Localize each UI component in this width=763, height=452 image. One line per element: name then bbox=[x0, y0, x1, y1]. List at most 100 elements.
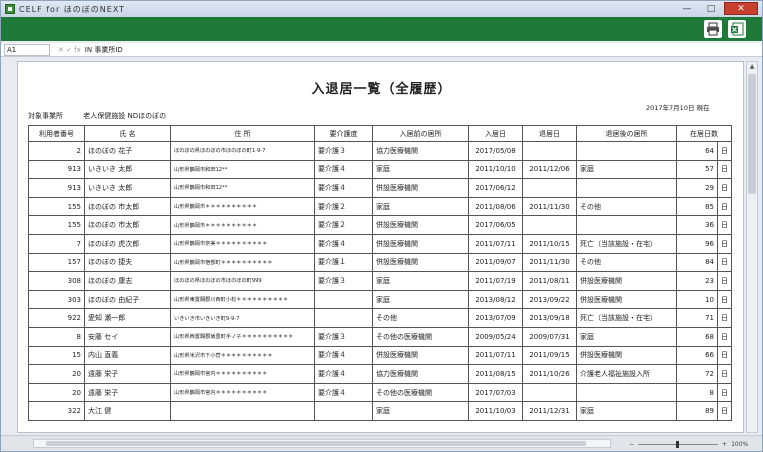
cell-id[interactable]: 913 bbox=[28, 178, 85, 198]
cell-in[interactable]: 2011/07/11 bbox=[468, 233, 523, 254]
cell-address[interactable]: 山形県鶴岡市＊＊＊＊＊＊＊＊＊＊ bbox=[170, 196, 315, 217]
cell-care[interactable] bbox=[314, 308, 373, 328]
cell-address[interactable]: 山形県鶴岡市宮内＊＊＊＊＊＊＊＊＊＊ bbox=[170, 382, 315, 403]
cell-care[interactable]: 要介護４ bbox=[314, 382, 373, 403]
cell-in[interactable]: 2009/05/24 bbox=[468, 326, 523, 347]
cell-address[interactable]: ほのぼの県ほのぼの市ほのぼの町999 bbox=[170, 271, 315, 291]
cell-before[interactable]: 併設医療機関 bbox=[372, 345, 469, 366]
cell-in[interactable]: 2013/07/09 bbox=[468, 308, 523, 328]
cell-in[interactable]: 2011/09/07 bbox=[468, 252, 523, 273]
cell-name[interactable]: 安藤 セイ bbox=[84, 326, 171, 347]
cell-id[interactable]: 20 bbox=[28, 382, 85, 403]
cell-name[interactable]: 愛知 瀬一郎 bbox=[84, 308, 171, 328]
cell-before[interactable]: 家庭 bbox=[372, 401, 469, 421]
cell-after[interactable] bbox=[576, 141, 677, 161]
cell-after[interactable]: 死亡（当該施設・在宅） bbox=[576, 308, 677, 328]
cell-days[interactable]: 89 bbox=[676, 401, 718, 421]
cell-before[interactable]: その他の医療機関 bbox=[372, 382, 469, 403]
cell-after[interactable] bbox=[576, 215, 677, 235]
cell-after[interactable]: 介護老人福祉施設入所 bbox=[576, 364, 677, 384]
cell-before[interactable]: 併設医療機関 bbox=[372, 178, 469, 198]
cell-before[interactable]: 家庭 bbox=[372, 271, 469, 291]
cell-out[interactable]: 2011/12/06 bbox=[522, 159, 577, 180]
cell-after[interactable] bbox=[576, 382, 677, 403]
cell-care[interactable] bbox=[314, 289, 373, 310]
cell-after[interactable]: その他 bbox=[576, 196, 677, 217]
cell-reference-box[interactable]: A1 bbox=[4, 43, 50, 56]
cell-days[interactable]: 36 bbox=[676, 215, 718, 235]
cell-days[interactable]: 29 bbox=[676, 178, 718, 198]
cell-address[interactable]: いきいき市いきいき町9-9-7 bbox=[170, 308, 315, 328]
cell-in[interactable]: 2011/07/11 bbox=[468, 345, 523, 366]
cell-address[interactable]: ほのぼの県ほのぼの市ほのぼの町1-9-7 bbox=[170, 141, 315, 161]
zoom-in-icon[interactable]: + bbox=[722, 441, 727, 448]
cell-days[interactable]: 72 bbox=[676, 364, 718, 384]
cell-care[interactable] bbox=[314, 401, 373, 421]
cell-out[interactable]: 2013/09/18 bbox=[522, 308, 577, 328]
cell-in[interactable]: 2011/10/10 bbox=[468, 159, 523, 180]
cell-before[interactable]: その他の医療機関 bbox=[372, 326, 469, 347]
cell-out[interactable]: 2009/07/31 bbox=[522, 326, 577, 347]
cell-id[interactable]: 155 bbox=[28, 196, 85, 217]
cell-out[interactable]: 2011/11/30 bbox=[522, 196, 577, 217]
print-icon[interactable] bbox=[704, 20, 722, 38]
cell-out[interactable]: 2011/12/31 bbox=[522, 401, 577, 421]
cell-name[interactable]: 内山 直義 bbox=[84, 345, 171, 366]
cell-out[interactable]: 2013/09/22 bbox=[522, 289, 577, 310]
cell-before[interactable]: 家庭 bbox=[372, 159, 469, 180]
cell-id[interactable]: 303 bbox=[28, 289, 85, 310]
cell-after[interactable]: 家庭 bbox=[576, 326, 677, 347]
cell-after[interactable]: 家庭 bbox=[576, 159, 677, 180]
cell-before[interactable]: その他 bbox=[372, 308, 469, 328]
cell-in[interactable]: 2011/07/19 bbox=[468, 271, 523, 291]
vertical-scrollbar[interactable]: ▲ bbox=[746, 61, 758, 433]
cell-after[interactable]: 併設医療機関 bbox=[576, 345, 677, 366]
cell-address[interactable]: 山形県鶴岡市和田12** bbox=[170, 178, 315, 198]
cell-name[interactable]: 遠藤 栄子 bbox=[84, 382, 171, 403]
cell-in[interactable]: 2011/08/15 bbox=[468, 364, 523, 384]
cell-days[interactable]: 84 bbox=[676, 252, 718, 273]
close-icon[interactable]: ✕ bbox=[724, 2, 758, 15]
cell-id[interactable]: 7 bbox=[28, 233, 85, 254]
cell-name[interactable]: ほのぼの 由紀子 bbox=[84, 289, 171, 310]
cell-address[interactable]: 山形県鶴岡市宿部町＊＊＊＊＊＊＊＊＊＊ bbox=[170, 252, 315, 273]
cell-days[interactable]: 57 bbox=[676, 159, 718, 180]
cell-care[interactable]: 要介護４ bbox=[314, 233, 373, 254]
cell-name[interactable]: 遠藤 栄子 bbox=[84, 364, 171, 384]
cell-address[interactable]: 山形県鶴岡市奈美＊＊＊＊＊＊＊＊＊＊ bbox=[170, 233, 315, 254]
cell-before[interactable]: 協力医療機関 bbox=[372, 141, 469, 161]
cell-out[interactable] bbox=[522, 178, 577, 198]
cell-out[interactable]: 2011/08/11 bbox=[522, 271, 577, 291]
cell-name[interactable]: ほのぼの 市太郎 bbox=[84, 196, 171, 217]
cell-after[interactable]: 併設医療機関 bbox=[576, 271, 677, 291]
cell-care[interactable]: 要介護４ bbox=[314, 345, 373, 366]
horizontal-scroll-thumb[interactable] bbox=[46, 441, 586, 446]
excel-export-icon[interactable] bbox=[728, 20, 746, 38]
horizontal-scrollbar[interactable] bbox=[33, 439, 611, 448]
cell-address[interactable]: 山形県米沢市下小菅＊＊＊＊＊＊＊＊＊＊ bbox=[170, 345, 315, 366]
cell-in[interactable]: 2017/06/05 bbox=[468, 215, 523, 235]
cell-out[interactable]: 2011/11/30 bbox=[522, 252, 577, 273]
zoom-slider-knob[interactable] bbox=[676, 440, 680, 448]
cell-after[interactable]: 家庭 bbox=[576, 401, 677, 421]
cell-care[interactable]: 要介護３ bbox=[314, 141, 373, 161]
cell-id[interactable]: 322 bbox=[28, 401, 85, 421]
cell-after[interactable]: その他 bbox=[576, 252, 677, 273]
vertical-scroll-thumb[interactable] bbox=[748, 74, 756, 194]
zoom-slider[interactable] bbox=[638, 440, 719, 448]
cell-address[interactable]: 山形県鶴岡市＊＊＊＊＊＊＊＊＊＊ bbox=[170, 215, 315, 235]
cell-id[interactable]: 155 bbox=[28, 215, 85, 235]
cell-care[interactable]: 要介護３ bbox=[314, 326, 373, 347]
cell-id[interactable]: 8 bbox=[28, 326, 85, 347]
formula-input[interactable]: IN 事業所ID bbox=[85, 45, 123, 55]
cell-before[interactable]: 併設医療機関 bbox=[372, 215, 469, 235]
cell-days[interactable]: 8 bbox=[676, 382, 718, 403]
scroll-up-icon[interactable]: ▲ bbox=[747, 62, 757, 72]
cell-in[interactable]: 2013/08/12 bbox=[468, 289, 523, 310]
cell-name[interactable]: 大江 健 bbox=[84, 401, 171, 421]
minimize-icon[interactable]: — bbox=[676, 2, 698, 15]
cell-days[interactable]: 23 bbox=[676, 271, 718, 291]
cell-name[interactable]: ほのぼの 虎次郎 bbox=[84, 233, 171, 254]
zoom-out-icon[interactable]: − bbox=[629, 441, 634, 448]
cell-name[interactable]: いきいき 太郎 bbox=[84, 159, 171, 180]
